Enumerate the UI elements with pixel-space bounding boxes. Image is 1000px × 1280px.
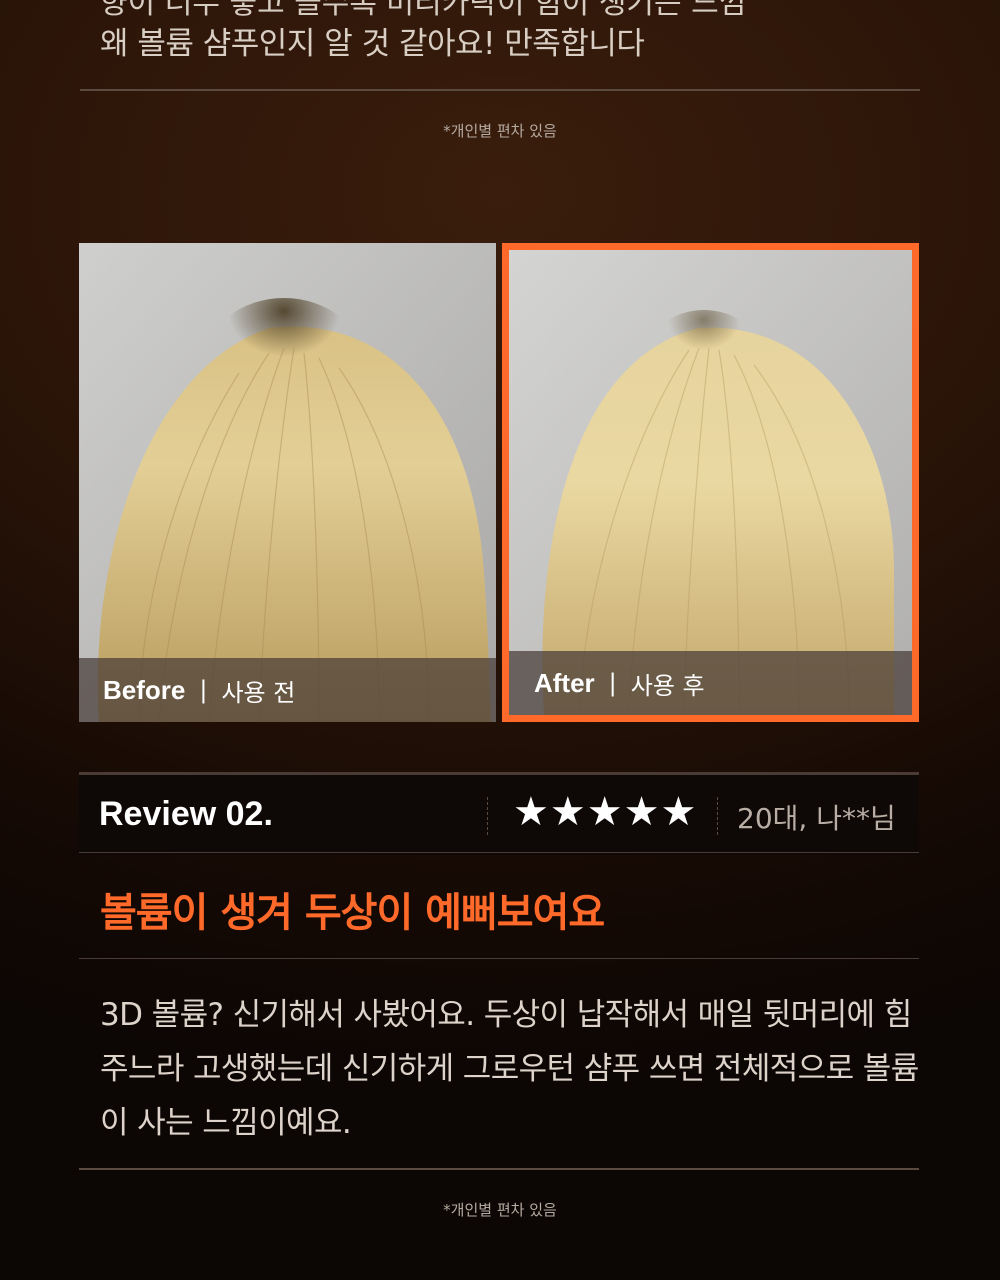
disclaimer-note: *개인별 편차 있음 bbox=[443, 122, 557, 140]
after-label-ko: 사용 후 bbox=[630, 671, 705, 700]
before-label-ko: 사용 전 bbox=[221, 678, 296, 707]
divider bbox=[717, 797, 718, 835]
divider bbox=[487, 797, 488, 835]
before-caption: Before | 사용 전 bbox=[79, 658, 496, 722]
divider bbox=[79, 1168, 919, 1170]
after-photo: After | 사용 후 bbox=[502, 243, 919, 722]
divider bbox=[79, 852, 919, 853]
caption-separator: | bbox=[199, 676, 208, 704]
divider bbox=[79, 958, 919, 959]
review-headline: 볼륨이 생겨 두상이 예뻐보여요 bbox=[100, 890, 605, 936]
disclaimer-note: *개인별 편차 있음 bbox=[443, 1201, 557, 1219]
star-rating-icon: ★★★★★ bbox=[513, 789, 698, 835]
hair-image-after: After | 사용 후 bbox=[509, 250, 912, 715]
divider bbox=[80, 89, 920, 91]
after-caption: After | 사용 후 bbox=[509, 651, 912, 715]
review-header: Review 02. ★★★★★ 20대, 나**님 bbox=[79, 772, 919, 855]
reviewer-info: 20대, 나**님 bbox=[737, 802, 896, 835]
before-photo: Before | 사용 전 bbox=[79, 243, 496, 722]
caption-separator: | bbox=[608, 669, 617, 697]
hair-image-before: Before | 사용 전 bbox=[79, 243, 496, 722]
after-label-en: After bbox=[534, 667, 595, 698]
before-label-en: Before bbox=[103, 674, 186, 705]
review-body-last-line: 왜 볼륨 샴푸인지 알 것 같아요! 만족합니다 bbox=[100, 26, 645, 62]
review-body: 3D 볼륨? 신기해서 사봤어요. 두상이 납작해서 매일 뒷머리에 힘주느라 … bbox=[100, 997, 919, 1141]
review-title: Review 02. bbox=[99, 795, 273, 833]
